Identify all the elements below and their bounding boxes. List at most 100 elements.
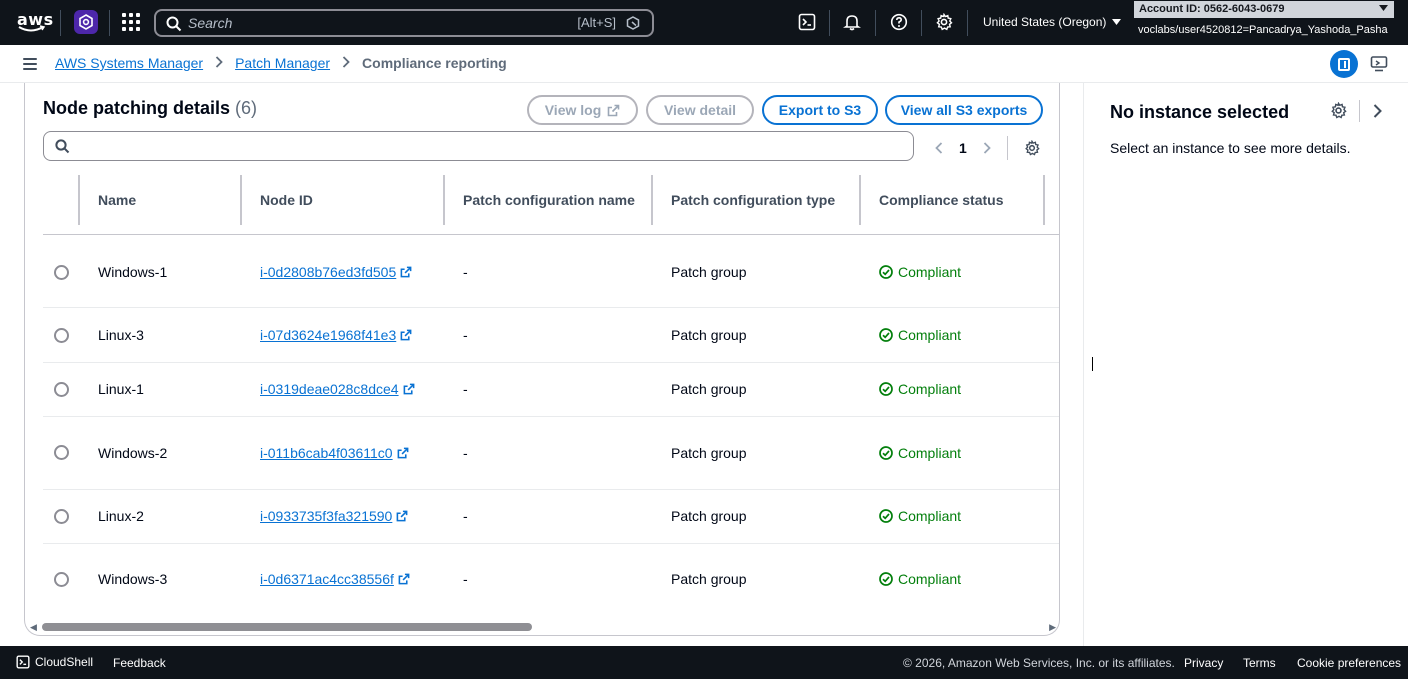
cloudshell-button[interactable]: CloudShell [16,655,93,669]
row-config-type: Patch group [671,327,747,343]
column-divider[interactable] [443,175,445,225]
aws-logo[interactable]: aws [16,9,53,35]
services-grid-icon[interactable] [122,13,140,31]
row-config-name: - [463,508,468,524]
current-page-number[interactable]: 1 [959,140,967,156]
footer: CloudShell Feedback © 2026, Amazon Web S… [0,646,1408,679]
external-link-icon [398,573,410,585]
scroll-left-arrow-icon[interactable]: ◀ [30,622,37,633]
caret-down-icon [1379,5,1388,11]
column-header-compliance-status[interactable]: Compliance status [879,175,1003,225]
row-select-radio[interactable] [54,265,69,280]
success-check-icon [879,328,893,342]
close-split-panel-chevron-icon[interactable] [1373,104,1382,121]
account-user: voclabs/user4520812=Pancadrya_Yashoda_Pa… [1138,24,1388,36]
row-name: Windows-3 [98,571,168,587]
menu-icon[interactable] [23,58,37,70]
row-config-type: Patch group [671,264,747,280]
view-all-s3-exports-button[interactable]: View all S3 exports [885,95,1043,125]
status-badge: Compliant [879,508,961,524]
split-panel-settings-gear-icon[interactable] [1330,101,1347,122]
status-badge: Compliant [879,381,961,397]
export-to-s3-button[interactable]: Export to S3 [762,95,878,125]
account-menu[interactable]: Account ID: 0562-6043-0679 [1134,1,1394,18]
row-config-name: - [463,381,468,397]
table-header: Name Node ID Patch configuration name Pa… [43,175,1059,235]
copyright-text: © 2026, Amazon Web Services, Inc. or its… [903,656,1175,670]
display-settings-icon[interactable] [1370,55,1388,76]
node-id-link[interactable]: i-07d3624e1968f41e3 [260,327,412,343]
nav-divider [967,10,968,36]
row-select-radio[interactable] [54,382,69,397]
column-divider[interactable] [651,175,653,225]
horizontal-scrollbar[interactable]: ◀ ▶ [25,620,1059,634]
search-input[interactable]: Search [Alt+S] [154,9,654,37]
column-header-name[interactable]: Name [98,175,136,225]
help-icon[interactable] [889,12,909,32]
external-link-icon [607,104,620,116]
status-badge: Compliant [879,327,961,343]
view-detail-button[interactable]: View detail [646,95,754,125]
row-name: Windows-1 [98,264,168,280]
breadcrumb-patch-manager[interactable]: Patch Manager [235,55,330,71]
privacy-link[interactable]: Privacy [1184,656,1223,670]
node-id-link[interactable]: i-011b6cab4f03611c0 [260,445,409,461]
chevron-right-icon [342,55,350,71]
node-id-link[interactable]: i-0319deae028c8dce4 [260,381,415,397]
feedback-link[interactable]: Feedback [113,656,166,670]
cloudshell-icon [16,655,30,669]
terms-link[interactable]: Terms [1243,656,1276,670]
nav-divider [60,10,61,36]
column-header-node-id[interactable]: Node ID [260,175,313,225]
split-panel-toggle-button[interactable] [1330,50,1358,78]
nav-divider [921,10,922,36]
search-shortcut: [Alt+S] [577,15,616,30]
search-icon [166,16,182,32]
column-header-patch-config-name[interactable]: Patch configuration name [463,175,635,225]
table-preferences-gear-icon[interactable] [1024,140,1040,156]
row-select-radio[interactable] [54,445,69,460]
row-select-radio[interactable] [54,328,69,343]
region-label: United States (Oregon) [983,15,1107,29]
column-divider[interactable] [1043,175,1045,225]
row-select-radio[interactable] [54,509,69,524]
text-cursor [1092,357,1093,371]
table-row[interactable]: Windows-2 i-011b6cab4f03611c0 - Patch gr… [43,417,1059,490]
page-title: Node patching details (6) [43,98,258,118]
node-id-link[interactable]: i-0d6371ac4cc38556f [260,571,410,587]
nav-divider [829,10,830,36]
success-check-icon [879,446,893,460]
table-filter-input[interactable] [43,131,914,161]
node-id-link[interactable]: i-0933735f3fa321590 [260,508,408,524]
region-selector[interactable]: United States (Oregon) [983,15,1122,29]
cloudshell-icon[interactable] [797,12,817,32]
split-panel-divider[interactable] [1083,83,1084,646]
table-row[interactable]: Windows-1 i-0d2808b76ed3fd505 - Patch gr… [43,236,1059,308]
next-page-icon[interactable] [983,142,991,154]
node-patching-table-container: Node patching details (6) View log View … [24,83,1060,636]
row-select-radio[interactable] [54,572,69,587]
scrollbar-thumb[interactable] [42,623,532,631]
view-log-button[interactable]: View log [527,95,638,125]
column-header-patch-config-type[interactable]: Patch configuration type [671,175,835,225]
systems-manager-icon[interactable] [74,10,98,34]
pager-divider [1006,136,1008,160]
gear-icon[interactable] [934,12,954,32]
column-divider[interactable] [240,175,242,225]
breadcrumb-bar: AWS Systems Manager Patch Manager Compli… [0,45,1408,83]
scroll-right-arrow-icon[interactable]: ▶ [1049,622,1056,633]
previous-page-icon[interactable] [935,142,943,154]
node-id-link[interactable]: i-0d2808b76ed3fd505 [260,264,412,280]
table-row[interactable]: Windows-3 i-0d6371ac4cc38556f - Patch gr… [43,544,1059,614]
item-count: (6) [235,98,258,118]
external-link-icon [396,510,408,522]
breadcrumb-systems-manager[interactable]: AWS Systems Manager [55,55,203,71]
row-config-type: Patch group [671,508,747,524]
table-row[interactable]: Linux-3 i-07d3624e1968f41e3 - Patch grou… [43,308,1059,363]
aws-smile-icon [18,25,46,32]
table-row[interactable]: Linux-1 i-0319deae028c8dce4 - Patch grou… [43,363,1059,417]
column-divider[interactable] [859,175,861,225]
bell-icon[interactable] [842,12,862,32]
cookie-preferences-link[interactable]: Cookie preferences [1297,656,1401,670]
table-row[interactable]: Linux-2 i-0933735f3fa321590 - Patch grou… [43,490,1059,544]
